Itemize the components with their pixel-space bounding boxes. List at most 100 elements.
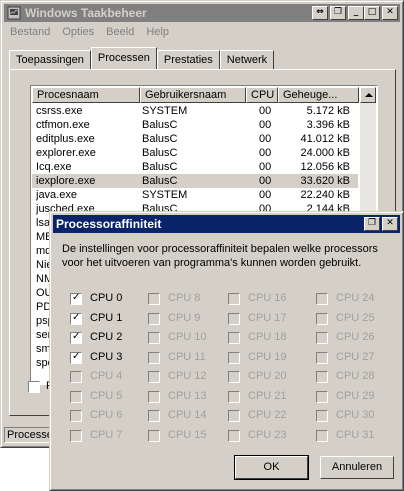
cpu-column: ✓ CPU 0 ✓ CPU 1 ✓ CPU 2 ✓ CPU 3 CPU 4 CPU 5 CPU 6 C…	[70, 290, 150, 446]
table-row[interactable]: ctfmon.exe BalusC 00 3.396 kB	[32, 118, 358, 132]
cpu-checkbox	[148, 390, 160, 403]
cpu-label: CPU 25	[336, 311, 375, 324]
cpu-checkbox	[228, 371, 240, 383]
table-row[interactable]: java.exe SYSTEM 00 22.240 kB	[32, 188, 358, 202]
maximize-icon[interactable]: □	[364, 6, 380, 20]
cpu-option[interactable]: ✓ CPU 0	[70, 290, 150, 310]
cpu-label: CPU 1	[90, 311, 123, 324]
memory-cell: 22.240 kB	[300, 189, 350, 201]
cpu-option: CPU 24	[316, 290, 396, 310]
column-procesnaam[interactable]: Procesnaam	[32, 87, 140, 103]
cancel-button[interactable]: Annuleren	[320, 456, 394, 479]
tab-processen[interactable]: Processen	[90, 47, 157, 69]
memory-cell: 3.396 kB	[306, 119, 350, 131]
checkmark-icon: ✓	[72, 311, 81, 323]
dialog-description: De instellingen voor processoraffiniteit…	[62, 243, 378, 269]
scroll-up-button[interactable]	[360, 87, 376, 103]
tab-strip: Toepassingen Processen Prestaties Netwer…	[9, 47, 275, 69]
cpu-label: CPU 23	[248, 428, 287, 441]
cpu-cell: 00	[259, 147, 272, 159]
cpu-checkbox[interactable]: ✓	[70, 331, 82, 344]
cpu-option[interactable]: ✓ CPU 3	[70, 349, 150, 369]
cpu-column: CPU 24 CPU 25 CPU 26 CPU 27 CPU 28 CPU 29 CPU …	[316, 290, 396, 446]
dialog-title: Processoraffiniteit	[56, 217, 162, 231]
cpu-checkbox	[70, 429, 82, 442]
resize-icon[interactable]: ⇔	[312, 6, 328, 20]
menu-bestand[interactable]: Bestand	[4, 24, 56, 40]
cpu-label: CPU 22	[248, 409, 287, 421]
cpu-label: CPU 9	[168, 311, 201, 324]
help-icon[interactable]: ❐	[364, 217, 380, 231]
close-icon[interactable]: ✕	[382, 6, 398, 20]
memory-cell: 5.172 kB	[306, 105, 350, 117]
cpu-option: CPU 23	[228, 427, 308, 447]
checkmark-icon: ✓	[72, 350, 81, 362]
cpu-option: CPU 14	[148, 407, 228, 427]
cpu-option: CPU 20	[228, 368, 308, 388]
cpu-option: CPU 4	[70, 368, 150, 388]
table-row[interactable]: iexplore.exe BalusC 00 33.620 kB	[32, 174, 358, 188]
cpu-label: CPU 5	[90, 389, 123, 402]
cpu-label: CPU 15	[168, 428, 207, 441]
cpu-option: CPU 10	[148, 329, 228, 349]
cpu-checkbox[interactable]: ✓	[70, 292, 82, 305]
cpu-label: CPU 6	[90, 409, 123, 421]
user-name-cell: SYSTEM	[142, 189, 188, 201]
minimize-icon[interactable]: _	[348, 6, 364, 20]
cpu-checkbox[interactable]: ✓	[70, 311, 82, 325]
cpu-label: CPU 4	[90, 370, 123, 382]
arrow-up-icon	[365, 93, 373, 97]
cpu-checkbox	[228, 332, 240, 344]
main-window-title: Windows Taakbeheer	[25, 6, 147, 20]
memory-cell: 33.620 kB	[300, 175, 350, 187]
dialog-title-bar[interactable]: Processoraffiniteit ❐ ✕	[53, 215, 400, 233]
cpu-label: CPU 26	[336, 331, 375, 343]
cpu-checkbox	[228, 293, 240, 305]
column-gebruikersnaam[interactable]: Gebruikersnaam	[140, 87, 246, 103]
menu-beeld[interactable]: Beeld	[100, 24, 140, 40]
cpu-option: CPU 12	[148, 368, 228, 388]
cpu-label: CPU 31	[336, 428, 375, 441]
menu-bar: Bestand Opties Beeld Help	[4, 24, 175, 42]
cpu-option: CPU 7	[70, 427, 150, 447]
cpu-label: CPU 29	[336, 389, 375, 402]
cpu-checkbox	[316, 312, 328, 325]
user-name-cell: BalusC	[142, 133, 178, 145]
table-row[interactable]: Icq.exe BalusC 00 12.056 kB	[32, 160, 358, 174]
cpu-checkbox	[316, 351, 328, 364]
cpu-label: CPU 16	[248, 292, 287, 304]
user-name-cell: BalusC	[142, 147, 178, 159]
process-name-cell: csrss.exe	[36, 105, 83, 117]
cpu-checkbox	[70, 410, 82, 422]
cpu-option[interactable]: ✓ CPU 1	[70, 310, 150, 330]
restore-icon[interactable]: ❐	[330, 6, 346, 20]
tab-toepassingen[interactable]: Toepassingen	[9, 50, 91, 69]
table-row[interactable]: csrss.exe SYSTEM 00 5.172 kB	[32, 104, 358, 118]
main-title-bar[interactable]: Windows Taakbeheer ⇔ ❐ _ □ ✕	[4, 4, 400, 22]
tab-netwerk[interactable]: Netwerk	[219, 50, 275, 69]
menu-help[interactable]: Help	[140, 24, 175, 40]
ok-button[interactable]: OK	[234, 455, 309, 480]
cpu-option: CPU 31	[316, 427, 396, 447]
show-all-processes-checkbox[interactable]	[28, 381, 40, 393]
cpu-checkbox	[316, 293, 328, 305]
cpu-option[interactable]: ✓ CPU 2	[70, 329, 150, 349]
cpu-option: CPU 5	[70, 388, 150, 408]
column-geheugen[interactable]: Geheuge...	[278, 87, 359, 103]
column-cpu[interactable]: CPU	[246, 87, 278, 103]
tab-prestaties[interactable]: Prestaties	[156, 50, 220, 69]
cpu-checkbox	[228, 390, 240, 403]
process-name-cell: iexplore.exe	[36, 175, 96, 187]
cpu-label: CPU 17	[248, 311, 287, 324]
dialog-close-icon[interactable]: ✕	[382, 217, 398, 231]
menu-opties[interactable]: Opties	[56, 24, 100, 40]
cpu-label: CPU 20	[248, 370, 287, 382]
user-name-cell: BalusC	[142, 175, 178, 187]
cpu-label: CPU 14	[168, 409, 207, 421]
cpu-checkbox[interactable]: ✓	[70, 350, 82, 364]
cpu-column: CPU 8 CPU 9 CPU 10 CPU 11 CPU 12 CPU 13 CPU 14…	[148, 290, 228, 446]
processor-affinity-dialog: Processoraffiniteit ❐ ✕ De instellingen …	[49, 211, 404, 491]
cpu-checkbox	[228, 410, 240, 422]
table-row[interactable]: editplus.exe BalusC 00 41.012 kB	[32, 132, 358, 146]
table-row[interactable]: explorer.exe BalusC 00 24.000 kB	[32, 146, 358, 160]
